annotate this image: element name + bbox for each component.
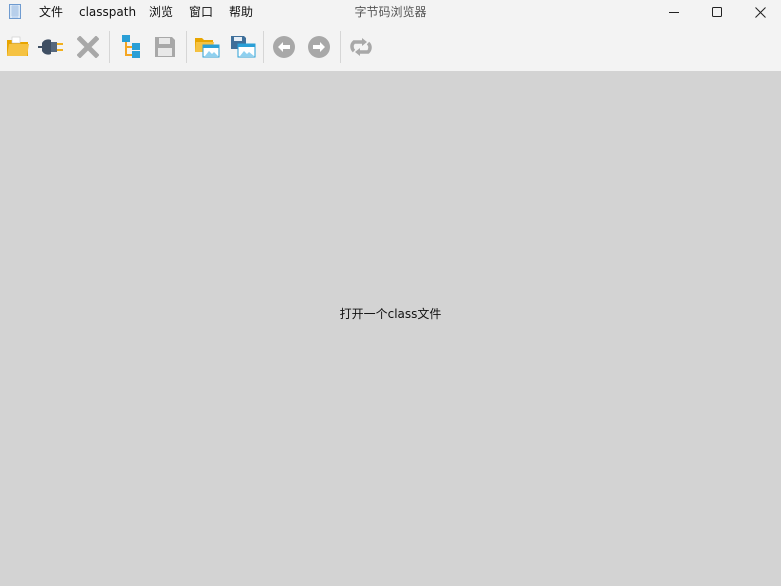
refresh-button[interactable] <box>347 33 375 61</box>
app-icon <box>9 4 21 19</box>
back-arrow-icon <box>273 36 295 58</box>
app-window: 文件 classpath 浏览 窗口 帮助 字节码浏览器 打开一个class文件 <box>0 0 781 586</box>
menu-file[interactable]: 文件 <box>39 4 63 20</box>
plug-icon <box>38 39 63 55</box>
minimize-icon <box>669 12 679 13</box>
tree-icon <box>122 35 140 58</box>
toolbar-separator <box>186 31 187 63</box>
open-window-folder-icon <box>195 38 220 58</box>
menu-classpath[interactable]: classpath <box>79 4 136 20</box>
save-window-button[interactable] <box>229 33 257 61</box>
save-disk-icon <box>155 37 175 57</box>
back-button[interactable] <box>270 33 298 61</box>
refresh-icon <box>350 38 372 56</box>
close-file-button[interactable] <box>74 33 102 61</box>
close-icon <box>754 6 766 18</box>
save-button[interactable] <box>151 33 179 61</box>
open-in-window-button[interactable] <box>193 33 221 61</box>
main-content-area[interactable]: 打开一个class文件 <box>0 71 781 586</box>
maximize-button[interactable] <box>695 0 739 24</box>
forward-button[interactable] <box>305 33 333 61</box>
close-window-button[interactable] <box>738 0 781 24</box>
save-window-icon <box>231 36 256 58</box>
menu-browse[interactable]: 浏览 <box>149 4 173 20</box>
menu-window[interactable]: 窗口 <box>189 4 213 20</box>
open-folder-icon <box>7 36 29 56</box>
toolbar-separator <box>109 31 110 63</box>
open-class-file-hint: 打开一个class文件 <box>339 307 442 321</box>
title-bar[interactable]: 文件 classpath 浏览 窗口 帮助 字节码浏览器 <box>0 0 781 24</box>
menu-help[interactable]: 帮助 <box>229 4 253 20</box>
forward-arrow-icon <box>308 36 330 58</box>
open-file-button[interactable] <box>4 33 32 61</box>
toolbar <box>0 24 781 71</box>
attach-button[interactable] <box>38 33 66 61</box>
minimize-button[interactable] <box>652 0 696 24</box>
toolbar-separator <box>263 31 264 63</box>
maximize-icon <box>712 7 722 17</box>
tree-view-button[interactable] <box>117 33 145 61</box>
close-x-icon <box>77 36 99 58</box>
toolbar-separator <box>340 31 341 63</box>
